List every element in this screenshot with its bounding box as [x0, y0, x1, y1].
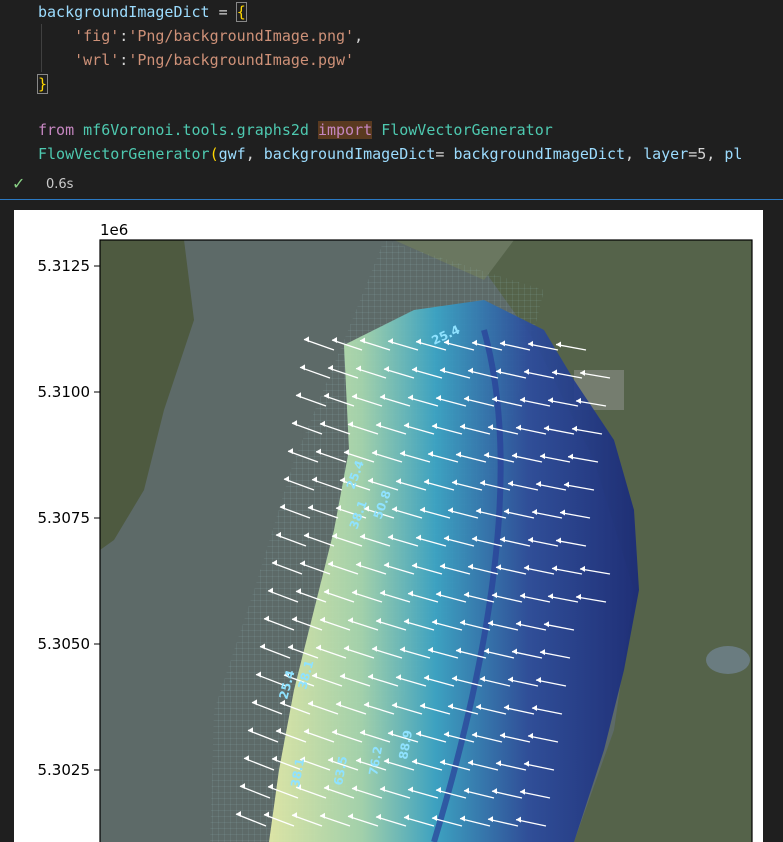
- y-axis: 5.3125 5.3100 5.3075 5.3050 5.3025: [38, 257, 100, 779]
- ytick-label: 5.3125: [38, 257, 91, 275]
- code-line-1: backgroundImageDict = {: [38, 2, 247, 22]
- code-line-3: 'wrl':'Png/backgroundImage.pgw': [74, 51, 355, 69]
- cell-execution-status: ✓ 0.6s: [0, 171, 783, 200]
- code-cell[interactable]: backgroundImageDict = { 'fig':'Png/backg…: [0, 0, 783, 170]
- offset-label: 1e6: [100, 221, 128, 239]
- code-line-4: }: [36, 74, 49, 94]
- code-line-5: from mf6Voronoi.tools.graphs2d import Fl…: [38, 121, 553, 139]
- ytick-label: 5.3050: [38, 635, 91, 653]
- ytick-label: 5.3100: [38, 383, 91, 401]
- cell-output: 1e6 25.4 25.4 38.1 50.8 25.4 38.1 38.1 6…: [14, 210, 763, 842]
- lake: [706, 646, 750, 674]
- code-line-2: 'fig':'Png/backgroundImage.png',: [74, 27, 364, 45]
- flow-vector-plot: 1e6 25.4 25.4 38.1 50.8 25.4 38.1 38.1 6…: [38, 221, 753, 842]
- ytick-label: 5.3025: [38, 761, 91, 779]
- check-icon: ✓: [12, 174, 26, 193]
- code-line-6: FlowVectorGenerator(gwf, backgroundImage…: [38, 145, 743, 163]
- execution-time: 0.6s: [46, 177, 74, 192]
- ytick-label: 5.3075: [38, 509, 91, 527]
